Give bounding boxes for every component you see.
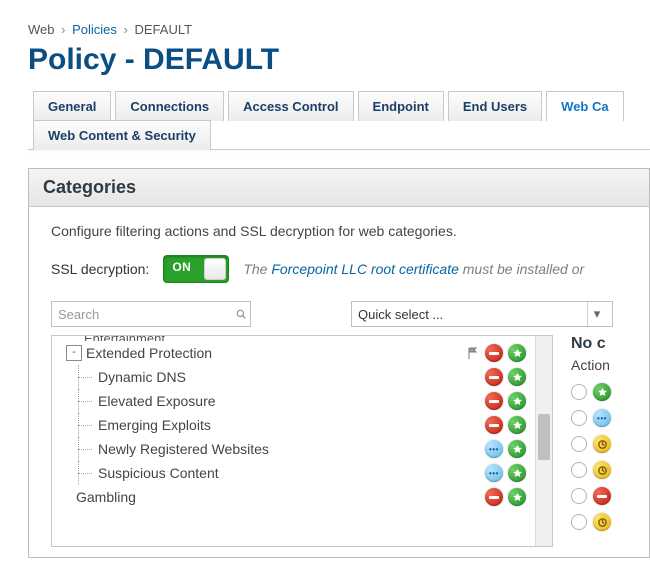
- scrollbar-thumb[interactable]: [538, 414, 550, 460]
- expand-toggle-icon[interactable]: -: [66, 345, 82, 361]
- controls-row: Quick select ... ▾: [51, 301, 631, 327]
- radio-icon[interactable]: [571, 410, 587, 426]
- allow-icon[interactable]: [508, 416, 526, 434]
- breadcrumb-root: Web: [28, 22, 55, 37]
- allow-icon[interactable]: [508, 392, 526, 410]
- radio-icon[interactable]: [571, 514, 587, 530]
- breadcrumb: Web › Policies › DEFAULT: [28, 22, 650, 37]
- radio-icon[interactable]: [571, 488, 587, 504]
- tab-access-control[interactable]: Access Control: [228, 91, 353, 121]
- breadcrumb-policies-link[interactable]: Policies: [72, 22, 117, 37]
- tree-node[interactable]: Dynamic DNS: [56, 365, 548, 389]
- info-icon[interactable]: [593, 409, 611, 427]
- allow-icon[interactable]: [508, 440, 526, 458]
- ssl-row: SSL decryption: ON The Forcepoint LLC ro…: [51, 255, 631, 283]
- tab-row-1: General Connections Access Control Endpo…: [33, 91, 650, 121]
- tree-node-label: Suspicious Content: [98, 465, 485, 481]
- search-box[interactable]: [51, 301, 251, 327]
- tab-row-2: Web Content & Security: [33, 120, 650, 150]
- action-option[interactable]: [571, 379, 631, 405]
- allow-icon[interactable]: [593, 383, 611, 401]
- allow-icon[interactable]: [508, 488, 526, 506]
- tree-node[interactable]: Gambling: [56, 485, 548, 509]
- ssl-toggle-state: ON: [172, 260, 191, 274]
- tab-end-users[interactable]: End Users: [448, 91, 542, 121]
- info-icon[interactable]: [485, 464, 503, 482]
- tab-connections[interactable]: Connections: [115, 91, 224, 121]
- radio-icon[interactable]: [571, 384, 587, 400]
- ssl-toggle[interactable]: ON: [163, 255, 229, 283]
- chevron-down-icon: ▾: [587, 302, 606, 326]
- toggle-knob-icon: [204, 258, 226, 280]
- info-icon[interactable]: [485, 440, 503, 458]
- search-icon: [236, 307, 246, 321]
- action-option[interactable]: [571, 509, 631, 535]
- page-title: Policy - DEFAULT: [28, 43, 650, 77]
- tree-node-label: Newly Registered Websites: [98, 441, 485, 457]
- tab-web-categories[interactable]: Web Ca: [546, 91, 623, 121]
- allow-icon[interactable]: [508, 368, 526, 386]
- ssl-hint: The Forcepoint LLC root certificate must…: [243, 261, 584, 277]
- ssl-label: SSL decryption:: [51, 261, 149, 277]
- block-icon[interactable]: [485, 392, 503, 410]
- tab-web-content-security[interactable]: Web Content & Security: [33, 120, 211, 150]
- quick-select-value: Quick select ...: [358, 307, 443, 322]
- breadcrumb-leaf: DEFAULT: [134, 22, 192, 37]
- radio-icon[interactable]: [571, 462, 587, 478]
- quota-icon[interactable]: [593, 435, 611, 453]
- tree-node[interactable]: -Extended Protection: [56, 341, 548, 365]
- tab-general[interactable]: General: [33, 91, 111, 121]
- radio-icon[interactable]: [571, 436, 587, 452]
- flag-icon: [466, 346, 480, 360]
- tree-node[interactable]: Elevated Exposure: [56, 389, 548, 413]
- root-cert-link[interactable]: Forcepoint LLC root certificate: [271, 261, 459, 277]
- quota-icon[interactable]: [593, 461, 611, 479]
- tree-node[interactable]: Emerging Exploits: [56, 413, 548, 437]
- action-option[interactable]: [571, 457, 631, 483]
- allow-icon[interactable]: [508, 344, 526, 362]
- category-tree[interactable]: Entertainment-Extended ProtectionDynamic…: [51, 335, 553, 547]
- tree-node-label: Elevated Exposure: [98, 393, 485, 409]
- allow-icon[interactable]: [508, 464, 526, 482]
- side-title: No c: [571, 335, 631, 353]
- panel-description: Configure filtering actions and SSL decr…: [51, 223, 631, 239]
- tab-endpoint[interactable]: Endpoint: [358, 91, 444, 121]
- action-option[interactable]: [571, 483, 631, 509]
- side-action-label: Action: [571, 357, 631, 373]
- tabs: General Connections Access Control Endpo…: [33, 91, 650, 150]
- tree-node-label: Gambling: [76, 489, 485, 505]
- tree-node-label: Dynamic DNS: [98, 369, 485, 385]
- quick-select[interactable]: Quick select ... ▾: [351, 301, 613, 327]
- action-option[interactable]: [571, 431, 631, 457]
- block-icon[interactable]: [485, 368, 503, 386]
- side-panel: No c Action: [571, 335, 631, 547]
- tree-node[interactable]: Newly Registered Websites: [56, 437, 548, 461]
- scrollbar[interactable]: [535, 336, 552, 546]
- panel-heading: Categories: [29, 169, 649, 207]
- block-icon[interactable]: [593, 487, 611, 505]
- tree-node[interactable]: Suspicious Content: [56, 461, 548, 485]
- quota-icon[interactable]: [593, 513, 611, 531]
- search-input[interactable]: [56, 306, 236, 323]
- tree-node-label: Emerging Exploits: [98, 417, 485, 433]
- block-icon[interactable]: [485, 416, 503, 434]
- tree-node-label: Extended Protection: [86, 345, 466, 361]
- block-icon[interactable]: [485, 488, 503, 506]
- action-option[interactable]: [571, 405, 631, 431]
- categories-panel: Categories Configure filtering actions a…: [28, 168, 650, 558]
- block-icon[interactable]: [485, 344, 503, 362]
